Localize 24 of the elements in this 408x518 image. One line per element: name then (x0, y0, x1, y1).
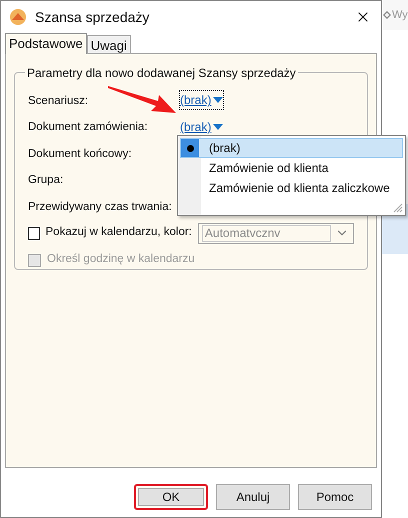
arrow-annotation (108, 86, 176, 114)
dropdown-option[interactable]: Zamówienie od klienta (180, 158, 403, 178)
dialog-button[interactable]: OK (134, 484, 208, 510)
field-label: Dokument końcowy: (28, 148, 132, 160)
field-label: Dokument zamówienia: (28, 121, 148, 134)
checkbox-label: Określ godzinę w kalendarzu (47, 252, 195, 268)
dropdown-option[interactable]: (brak) (180, 138, 403, 158)
tab[interactable]: Uwagi (86, 35, 131, 54)
field-label: Grupa: (28, 174, 64, 186)
field-label: Przewidywany czas trwania: (28, 200, 172, 213)
dialog-button[interactable]: Anuluj (216, 484, 290, 510)
window-title: Szansa sprzedaży (35, 8, 150, 27)
dropdown-option[interactable]: Zamówienie od klienta zaliczkowe (180, 178, 403, 198)
checkbox[interactable] (28, 226, 40, 240)
bullet-icon (186, 144, 194, 152)
app-logo-icon (9, 8, 27, 26)
toolbar-text: Wy (392, 8, 408, 23)
checkbox-label: Pokazuj w kalendarzu, kolor: (46, 225, 192, 240)
caret-icon (213, 97, 224, 104)
dialog-button[interactable]: Pomoc (298, 484, 372, 510)
resize-grip-icon (391, 201, 403, 213)
field-label: Scenariusz: (28, 94, 88, 107)
tab[interactable]: Podstawowe (5, 33, 87, 54)
value-link[interactable]: (brak) (180, 91, 224, 110)
